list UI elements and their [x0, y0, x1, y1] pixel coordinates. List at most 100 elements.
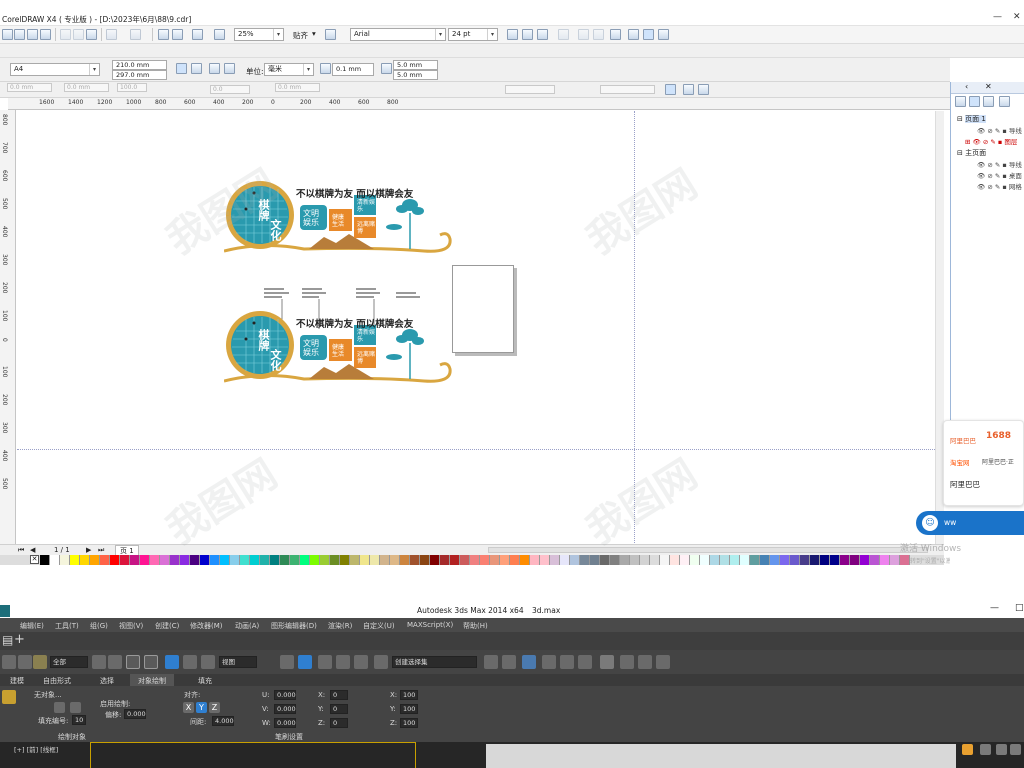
color-swatch[interactable] [810, 555, 820, 565]
color-swatch[interactable] [750, 555, 760, 565]
edit-text-icon[interactable] [628, 29, 639, 40]
curve-editor-icon[interactable] [560, 655, 574, 669]
dropcap-icon[interactable] [593, 29, 604, 40]
add-icon[interactable]: + [14, 632, 25, 647]
color-swatch[interactable] [240, 555, 250, 565]
horizontal-text-icon[interactable] [643, 29, 654, 40]
select-object-icon[interactable] [92, 655, 106, 669]
rect-selection-icon[interactable] [126, 655, 140, 669]
color-swatch[interactable] [580, 555, 590, 565]
nudge-distance-field[interactable]: 0.1 mm [332, 63, 374, 76]
redo-max-icon[interactable] [18, 655, 32, 669]
spinner-snap-icon[interactable] [354, 655, 368, 669]
color-swatch[interactable] [570, 555, 580, 565]
color-swatch[interactable] [230, 555, 240, 565]
tab-freeform[interactable]: 自由形式 [43, 676, 71, 686]
font-size-select[interactable]: 24 pt ▾ [448, 28, 498, 41]
max-minimize-icon[interactable]: — [990, 603, 999, 613]
mirror-x-field[interactable]: 0.0 mm [275, 83, 320, 92]
color-swatch[interactable] [170, 555, 180, 565]
mirror-icon[interactable] [484, 655, 498, 669]
motion-icon[interactable] [1010, 744, 1021, 755]
color-swatch[interactable] [200, 555, 210, 565]
ad-brand-second[interactable]: 阿里巴巴·正 [982, 457, 1014, 466]
reference-coord-select[interactable]: 视图 [219, 656, 257, 668]
viewport-label[interactable]: [+] [前] [线框] [14, 744, 58, 754]
color-swatch[interactable] [50, 555, 60, 565]
layer-row-layer1[interactable]: ⊞ 👁 ⊘ ✎ ▪ 图层 [965, 136, 1017, 146]
menu-customize[interactable]: 自定义(U) [363, 621, 395, 631]
color-swatch[interactable] [620, 555, 630, 565]
lock-icon[interactable] [665, 84, 676, 95]
paint-objects-section[interactable]: 绘制对象 [58, 732, 86, 742]
alibaba-ad-popup[interactable]: 阿里巴巴 1688 淘宝网 阿里巴巴·正 阿里巴巴 [943, 420, 1024, 506]
menu-tools[interactable]: 工具(T) [55, 621, 79, 631]
color-swatch[interactable] [160, 555, 170, 565]
render-frame-icon[interactable] [638, 655, 652, 669]
layer-options-icon[interactable] [955, 96, 966, 107]
menu-modifiers[interactable]: 修改器(M) [190, 621, 223, 631]
undo-max-icon[interactable] [2, 655, 16, 669]
edit-list-icon[interactable] [70, 702, 81, 713]
color-swatch[interactable] [110, 555, 120, 565]
color-swatch[interactable] [670, 555, 680, 565]
tab-selection[interactable]: 选择 [100, 676, 114, 686]
print-icon[interactable] [40, 29, 51, 40]
scale-x-field[interactable]: 100.0 [117, 83, 147, 92]
color-swatch[interactable] [150, 555, 160, 565]
brush-settings-section[interactable]: 笔刷设置 [275, 732, 303, 742]
menu-maxscript[interactable]: MAXScript(X) [407, 621, 453, 629]
color-swatch[interactable] [540, 555, 550, 565]
color-swatch[interactable] [460, 555, 470, 565]
layer-row-desktop[interactable]: 👁 ⊘ ✎ ▪ 桌面 [977, 170, 1022, 180]
page-size-select[interactable]: A4 ▾ [10, 63, 100, 76]
color-swatch[interactable] [660, 555, 670, 565]
selection-filter-select[interactable]: 全部 [50, 656, 88, 668]
zoom-level-select[interactable]: 25% ▾ [234, 28, 284, 41]
color-swatch[interactable] [640, 555, 650, 565]
scale-x-input[interactable]: 100 [400, 690, 418, 700]
cut-icon[interactable] [60, 29, 71, 40]
z-field[interactable]: 0 [330, 718, 348, 728]
color-swatch[interactable] [280, 555, 290, 565]
save-icon[interactable] [27, 29, 38, 40]
color-swatch[interactable] [80, 555, 90, 565]
color-swatch[interactable] [180, 555, 190, 565]
color-swatch[interactable] [800, 555, 810, 565]
y-field[interactable]: 0 [330, 704, 348, 714]
color-swatch[interactable] [220, 555, 230, 565]
angle-snap-icon[interactable] [318, 655, 332, 669]
color-swatch[interactable] [820, 555, 830, 565]
named-selection-set-select[interactable]: 创建选择集 [392, 656, 477, 668]
u-field[interactable]: 0.000 [274, 690, 296, 700]
duplicate-y-field[interactable]: 5.0 mm [393, 70, 438, 80]
color-swatch[interactable] [370, 555, 380, 565]
pick-object-icon[interactable] [54, 702, 65, 713]
current-page-icon[interactable] [224, 63, 235, 74]
percent-snap-icon[interactable] [336, 655, 350, 669]
close-icon[interactable]: ✕ [1013, 12, 1021, 22]
docker-close-icon[interactable]: ✕ [985, 82, 992, 91]
move-icon[interactable] [165, 655, 179, 669]
color-swatch[interactable] [740, 555, 750, 565]
scale-y-input[interactable]: 100 [400, 704, 418, 714]
color-swatch[interactable] [120, 555, 130, 565]
layer-row-master-guides[interactable]: 👁 ⊘ ✎ ▪ 导线 [977, 159, 1022, 169]
color-swatch[interactable] [730, 555, 740, 565]
color-swatch[interactable] [390, 555, 400, 565]
color-swatch[interactable] [420, 555, 430, 565]
color-swatch[interactable] [890, 555, 900, 565]
layer-explorer-icon[interactable] [522, 655, 536, 669]
menu-group[interactable]: 组(G) [90, 621, 108, 631]
color-swatch[interactable] [500, 555, 510, 565]
edit-across-layers-icon[interactable] [983, 96, 994, 107]
color-swatch[interactable] [380, 555, 390, 565]
active-viewport[interactable] [90, 742, 416, 768]
layer-row-guides[interactable]: 👁 ⊘ ✎ ▪ 导线 [977, 125, 1022, 135]
snap-to-label[interactable]: 贴齐 [293, 30, 308, 41]
toggle-ribbon-icon[interactable] [542, 655, 556, 669]
options-icon[interactable] [325, 29, 336, 40]
color-swatch[interactable] [830, 555, 840, 565]
new-doc-icon[interactable] [2, 29, 13, 40]
menu-graph-editors[interactable]: 图形编辑器(D) [271, 621, 317, 631]
